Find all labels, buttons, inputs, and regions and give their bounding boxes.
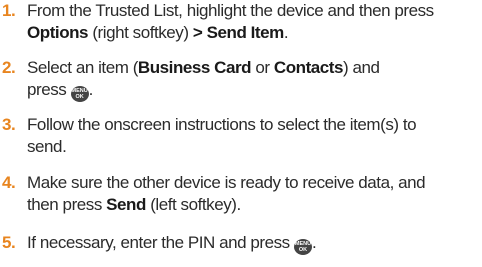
step-line: Make sure the other device is ready to r… [27,173,426,192]
step-line: send. [27,137,67,156]
step-number: 4. [2,173,16,192]
step-text: From the Trusted List, highlight the dev… [27,0,477,44]
step-text: Follow the onscreen instructions to sele… [27,114,477,158]
step-text: If necessary, enter the PIN and press ME… [27,232,477,255]
step-line: Select an item (Business Card or Contact… [27,58,380,77]
options-softkey-label: Options [27,23,89,42]
step-text: Select an item (Business Card or Contact… [27,57,477,102]
menu-ok-key-icon: MENU OK [294,239,313,255]
step-line: If necessary, enter the PIN and press ME… [27,233,317,255]
step-line: Follow the onscreen instructions to sele… [27,115,417,134]
step-number: 2. [2,58,16,77]
step-text: Make sure the other device is ready to r… [27,172,477,216]
step-line: Options (right softkey) > Send Item. [27,23,289,42]
step-number: 5. [2,233,16,252]
step-line: press MENU OK. [27,80,93,102]
contacts-label: Contacts [273,58,344,77]
step-line: From the Trusted List, highlight the dev… [27,1,434,20]
send-softkey-label: Send [106,195,146,214]
menu-ok-key-icon: MENU OK [70,86,89,102]
business-card-label: Business Card [137,58,252,77]
send-item-menu-label: > Send Item [192,23,284,42]
step-number: 3. [2,115,16,134]
step-number: 1. [2,1,16,20]
step-line: then press Send (left softkey). [27,195,241,214]
